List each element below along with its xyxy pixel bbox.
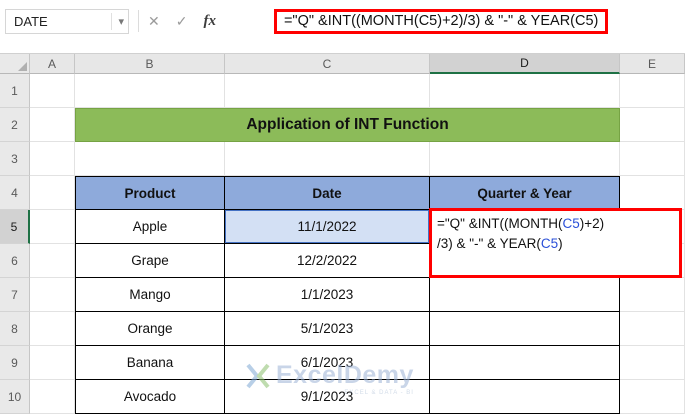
header-cell-quarter[interactable]: Quarter & Year [430,176,620,210]
empty-cell[interactable] [30,74,75,108]
cell-reference: C5 [540,236,559,252]
header-cell-date[interactable]: Date [225,176,430,210]
column-header-row: A B C D E [0,53,685,74]
column-header-d[interactable]: D [430,54,620,74]
row-9: 9 Banana 6/1/2023 [0,346,685,380]
empty-cell[interactable] [620,346,685,380]
row-header-6[interactable]: 6 [0,244,30,278]
table-cell-date[interactable]: 5/1/2023 [225,312,430,346]
table-cell-product[interactable]: Apple [75,210,225,244]
formula-line-2: /3) & "-" & YEAR(C5) [437,236,563,252]
title-banner[interactable]: Application of INT Function [75,108,620,142]
empty-cell[interactable] [30,380,75,414]
table-cell-date[interactable]: 12/2/2022 [225,244,430,278]
row-1: 1 [0,74,685,108]
row-3: 3 [0,142,685,176]
empty-cell[interactable] [30,244,75,278]
column-header-b[interactable]: B [75,54,225,74]
empty-cell[interactable] [30,108,75,142]
empty-cell[interactable] [430,142,620,176]
table-cell-quarter[interactable] [430,278,620,312]
enter-icon[interactable]: ✓ [176,13,188,30]
table-cell-quarter[interactable] [430,380,620,414]
select-all-corner[interactable] [0,54,30,74]
empty-cell[interactable] [620,108,685,142]
table-cell-product[interactable]: Orange [75,312,225,346]
empty-cell[interactable] [30,312,75,346]
row-8: 8 Orange 5/1/2023 [0,312,685,346]
row-7: 7 Mango 1/1/2023 [0,278,685,312]
empty-cell[interactable] [30,346,75,380]
row-header-4[interactable]: 4 [0,176,30,210]
row-header-10[interactable]: 10 [0,380,30,414]
table-cell-date-referenced[interactable]: 11/1/2022 [225,210,430,244]
column-header-e[interactable]: E [620,54,685,74]
empty-cell[interactable] [225,142,430,176]
formula-bar-row: DATE ▾ ✕ ✓ fx ="Q" &INT((MONTH(C5)+2)/3)… [0,0,685,38]
table-cell-date[interactable]: 9/1/2023 [225,380,430,414]
empty-cell[interactable] [30,278,75,312]
empty-cell[interactable] [620,142,685,176]
table-cell-quarter[interactable] [430,312,620,346]
table-cell-date[interactable]: 1/1/2023 [225,278,430,312]
empty-cell[interactable] [620,278,685,312]
empty-cell[interactable] [30,210,75,244]
column-header-c[interactable]: C [225,54,430,74]
name-box[interactable]: DATE ▾ [5,8,129,34]
name-box-value: DATE [14,13,48,29]
row-10: 10 Avocado 9/1/2023 [0,380,685,414]
active-cell-formula-highlight[interactable]: ="Q" &INT((MONTH(C5)+2) /3) & "-" & YEAR… [429,208,682,278]
empty-cell[interactable] [30,142,75,176]
row-header-7[interactable]: 7 [0,278,30,312]
row-4: 4 Product Date Quarter & Year [0,176,685,210]
empty-cell[interactable] [30,176,75,210]
empty-cell[interactable] [225,74,430,108]
chevron-down-icon[interactable]: ▾ [111,12,124,30]
formula-line-1: ="Q" &INT((MONTH(C5)+2) [437,216,605,231]
empty-cell[interactable] [620,312,685,346]
cancel-icon[interactable]: ✕ [148,13,160,30]
empty-cell[interactable] [75,142,225,176]
row-header-5[interactable]: 5 [0,210,30,244]
column-header-a[interactable]: A [30,54,75,74]
empty-cell[interactable] [430,74,620,108]
row-header-3[interactable]: 3 [0,142,30,176]
row-2: 2 Application of INT Function [0,108,685,142]
empty-cell[interactable] [620,74,685,108]
row-header-8[interactable]: 8 [0,312,30,346]
empty-cell[interactable] [75,74,225,108]
table-cell-quarter[interactable] [430,346,620,380]
formula-bar[interactable]: ="Q" &INT((MONTH(C5)+2)/3) & "-" & YEAR(… [216,7,681,35]
table-cell-product[interactable]: Avocado [75,380,225,414]
table-cell-date[interactable]: 6/1/2023 [225,346,430,380]
cell-reference: C5 [562,216,580,231]
divider [138,10,139,32]
table-cell-product[interactable]: Banana [75,346,225,380]
row-header-1[interactable]: 1 [0,74,30,108]
empty-cell[interactable] [620,176,685,210]
row-header-2[interactable]: 2 [0,108,30,142]
row-header-9[interactable]: 9 [0,346,30,380]
formula-text[interactable]: ="Q" &INT((MONTH(C5)+2)/3) & "-" & YEAR(… [284,13,598,29]
spreadsheet-grid: A B C D E 1 2 Application of INT Functio… [0,53,685,414]
empty-cell[interactable] [620,380,685,414]
formula-bar-highlight: ="Q" &INT((MONTH(C5)+2)/3) & "-" & YEAR(… [273,8,609,34]
table-cell-product[interactable]: Mango [75,278,225,312]
header-cell-product[interactable]: Product [75,176,225,210]
insert-function-icon[interactable]: fx [203,13,216,30]
table-cell-product[interactable]: Grape [75,244,225,278]
